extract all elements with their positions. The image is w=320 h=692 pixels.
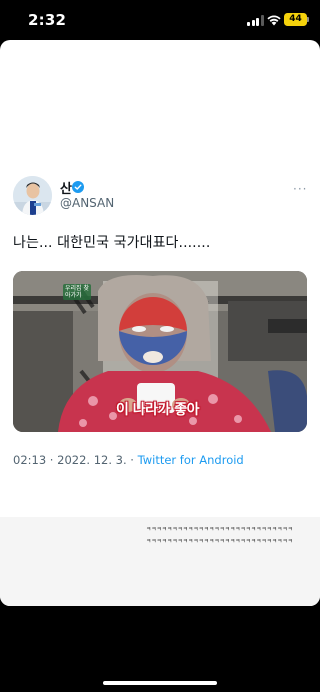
verified-badge-icon	[72, 181, 84, 193]
status-bar: 2:32 44	[0, 0, 320, 40]
status-time: 2:32	[28, 11, 67, 29]
tweet-time: 02:13	[13, 453, 47, 467]
tweet-client-link[interactable]: Twitter for Android	[138, 453, 244, 467]
battery-icon: 44	[284, 13, 307, 26]
tweet-metadata: 02:13 · 2022. 12. 3. · Twitter for Andro…	[13, 453, 244, 467]
reply-text: ㅋㅋㅋㅋㅋㅋㅋㅋㅋㅋㅋㅋㅋㅋㅋㅋㅋㅋㅋㅋㅋㅋㅋㅋㅋㅋㅋㅋ	[146, 539, 293, 545]
tweet-media-image[interactable]: 우리집 찾아가기 이 나라가 좋아	[13, 271, 307, 432]
meta-separator: ·	[126, 453, 138, 467]
tv-logo: 우리집 찾아가기	[63, 284, 91, 300]
display-name[interactable]: 산	[60, 178, 72, 197]
home-indicator[interactable]	[103, 681, 217, 685]
battery-tip	[307, 17, 309, 22]
media-caption: 이 나라가 좋아	[116, 402, 200, 418]
tweet[interactable]: 산 @ANSAN ··· 나는... 대한민국 국가대표다....... 우리집…	[0, 162, 320, 517]
tweet-text: 나는... 대한민국 국가대표다.......	[13, 235, 211, 251]
wifi-icon	[267, 15, 281, 26]
reply-text: ㅋㅋㅋㅋㅋㅋㅋㅋㅋㅋㅋㅋㅋㅋㅋㅋㅋㅋㅋㅋㅋㅋㅋㅋㅋㅋㅋㅋ	[146, 527, 293, 533]
signal-icon	[247, 15, 265, 26]
more-options-icon[interactable]: ···	[293, 182, 307, 196]
tweet-date: 2022. 12. 3.	[57, 453, 127, 467]
handle[interactable]: @ANSAN	[60, 196, 114, 210]
meta-separator: ·	[46, 453, 58, 467]
tweet-screenshot-card: 산 @ANSAN ··· 나는... 대한민국 국가대표다....... 우리집…	[0, 40, 320, 606]
reply-area: ㅋㅋㅋㅋㅋㅋㅋㅋㅋㅋㅋㅋㅋㅋㅋㅋㅋㅋㅋㅋㅋㅋㅋㅋㅋㅋㅋㅋ ㅋㅋㅋㅋㅋㅋㅋㅋㅋㅋㅋ…	[0, 517, 320, 606]
avatar[interactable]	[13, 176, 52, 215]
